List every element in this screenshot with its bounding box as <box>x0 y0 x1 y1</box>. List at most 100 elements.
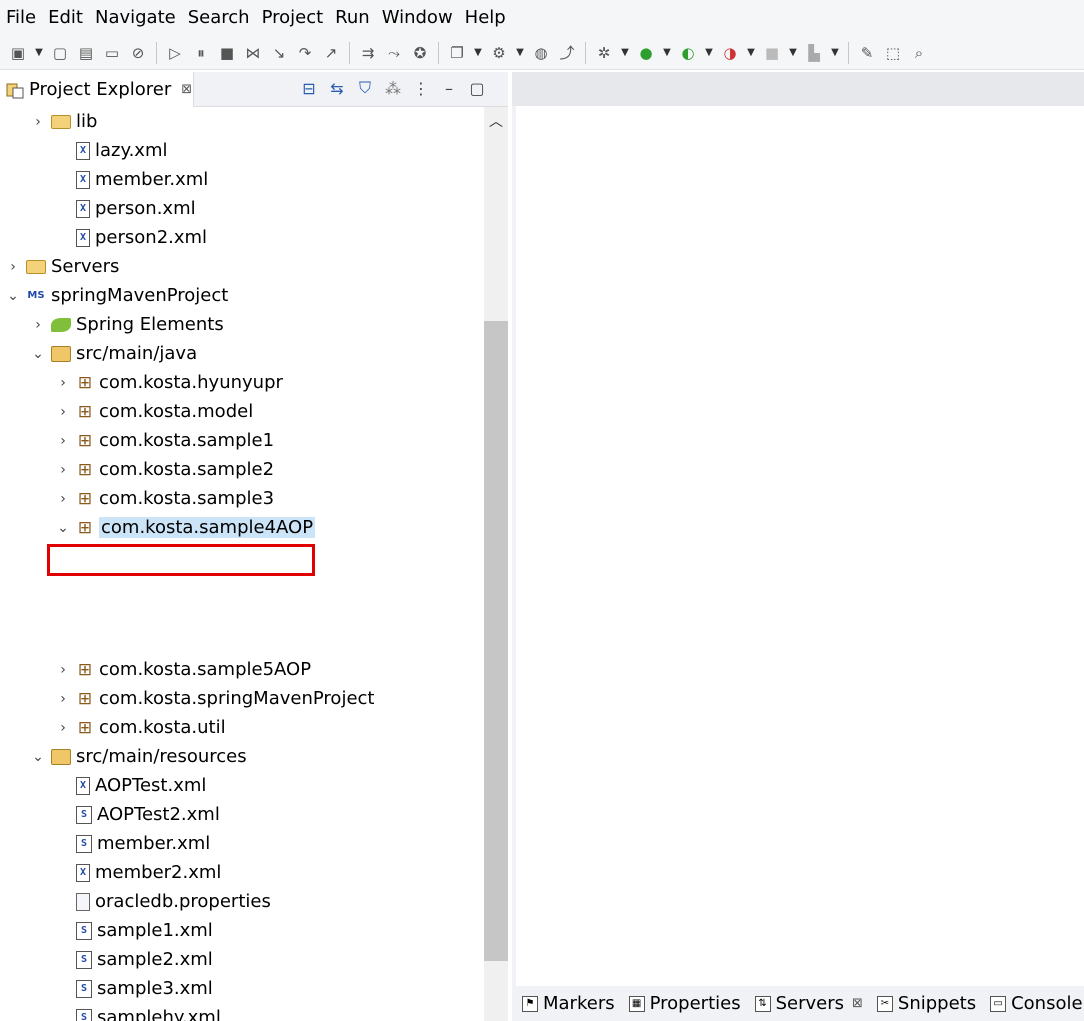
tree-item[interactable]: › ⊞ com.kosta.util <box>54 713 225 742</box>
tree-item[interactable]: Ssample3.xml <box>54 974 213 1003</box>
tab-project-explorer[interactable]: Project Explorer ⊠ <box>0 72 194 107</box>
save-icon[interactable]: ▢ <box>48 41 72 65</box>
tree-item[interactable]: X AOPTest.xml <box>54 771 206 800</box>
open-type-icon[interactable]: ⤴ <box>555 41 579 65</box>
tree-item[interactable]: Xperson2.xml <box>54 223 207 252</box>
tree-item[interactable]: Ssample2.xml <box>54 945 213 974</box>
suspend-icon[interactable]: ⏸ <box>189 41 213 65</box>
chevron-down-icon[interactable]: ▼ <box>828 41 842 65</box>
chevron-down-icon[interactable]: ⌄ <box>4 288 22 304</box>
tree-item[interactable]: Xmember.xml <box>54 165 208 194</box>
chevron-down-icon[interactable]: ▼ <box>786 41 800 65</box>
deploy-icon[interactable]: ▙ <box>802 41 826 65</box>
chevron-right-icon[interactable]: › <box>54 433 72 449</box>
vertical-scrollbar[interactable]: ︿ <box>484 107 508 1021</box>
chevron-right-icon[interactable]: › <box>54 691 72 707</box>
tree-item[interactable]: oracledb.properties <box>54 887 271 916</box>
filter-icon[interactable]: ⛉ <box>354 76 376 100</box>
tree-item[interactable]: ⌄ src/main/java <box>29 339 197 368</box>
step-return-icon[interactable]: ↗ <box>319 41 343 65</box>
minimize-icon[interactable]: – <box>438 76 460 100</box>
chevron-down-icon[interactable]: ▼ <box>660 41 674 65</box>
new-java-project-icon[interactable]: ❐ <box>445 41 469 65</box>
tree-item[interactable]: Xlazy.xml <box>54 136 167 165</box>
tree-item[interactable]: › Servers <box>4 252 119 281</box>
tree-item[interactable]: Xperson.xml <box>54 194 196 223</box>
menu-project[interactable]: Project <box>256 0 330 36</box>
tree-item[interactable]: › lib <box>29 107 97 136</box>
chevron-down-icon[interactable]: ▼ <box>471 41 485 65</box>
chevron-down-icon[interactable]: ⌄ <box>29 749 47 765</box>
step-over-icon[interactable]: ↷ <box>293 41 317 65</box>
chevron-right-icon[interactable]: › <box>29 114 47 130</box>
tree-item[interactable]: › ⊞ com.kosta.sample5AOP <box>54 655 311 684</box>
sash-divider[interactable] <box>512 72 516 1021</box>
step-into-icon[interactable]: ↘ <box>267 41 291 65</box>
tree-item[interactable]: S AOPTest2.xml <box>54 800 220 829</box>
stop-icon[interactable]: ■ <box>760 41 784 65</box>
external-tools-icon[interactable]: ◑ <box>718 41 742 65</box>
menu-run[interactable]: Run <box>329 0 376 36</box>
tree-item[interactable]: › ⊞ com.kosta.sample2 <box>54 455 274 484</box>
debug-icon[interactable]: ✲ <box>592 41 616 65</box>
tree-item[interactable]: › ⊞ com.kosta.sample1 <box>54 426 274 455</box>
chevron-right-icon[interactable]: › <box>54 404 72 420</box>
use-step-filters-icon[interactable]: ⇉ <box>356 41 380 65</box>
tree-item[interactable]: Ssample1.xml <box>54 916 213 945</box>
terminate-icon[interactable]: ■ <box>215 41 239 65</box>
chevron-right-icon[interactable]: › <box>54 662 72 678</box>
chevron-down-icon[interactable]: ▼ <box>702 41 716 65</box>
close-icon[interactable]: ⊠ <box>181 82 192 97</box>
tree-item[interactable]: Ssamplehy.xml <box>54 1003 221 1021</box>
tree-item[interactable]: › ⊞ com.kosta.hyunyupr <box>54 368 283 397</box>
save-all-icon[interactable]: ▤ <box>74 41 98 65</box>
view-menu-icon[interactable]: ⋮ <box>410 76 432 100</box>
chevron-down-icon[interactable]: ⌄ <box>54 520 72 536</box>
run-icon[interactable]: ● <box>634 41 658 65</box>
tab-properties[interactable]: ▦ Properties <box>628 993 741 1014</box>
tree-item[interactable]: › Spring Elements <box>29 310 224 339</box>
link-with-editor-icon[interactable]: ⇆ <box>326 76 348 100</box>
new-spring-starter-icon[interactable]: ⚙ <box>487 41 511 65</box>
chevron-right-icon[interactable]: › <box>4 259 22 275</box>
tree-item[interactable]: › ⊞ com.kosta.sample3 <box>54 484 274 513</box>
search-icon[interactable]: ⌕ <box>907 41 931 65</box>
terminal-icon[interactable]: ▭ <box>100 41 124 65</box>
working-set-icon[interactable]: ⁂ <box>382 76 404 100</box>
menu-edit[interactable]: Edit <box>42 0 89 36</box>
menu-window[interactable]: Window <box>376 0 459 36</box>
open-project-icon[interactable]: ⬚ <box>881 41 905 65</box>
chevron-right-icon[interactable]: › <box>54 491 72 507</box>
chevron-down-icon[interactable]: ▼ <box>32 41 46 65</box>
tree-item[interactable]: Smember.xml <box>54 829 210 858</box>
chevron-down-icon[interactable]: ⌄ <box>29 346 47 362</box>
tree-item[interactable]: ⌄ MS springMavenProject <box>4 281 228 310</box>
tab-servers[interactable]: ⇅ Servers ⊠ <box>754 993 863 1014</box>
maximize-icon[interactable]: ▢ <box>466 76 488 100</box>
chevron-right-icon[interactable]: › <box>54 462 72 478</box>
skip-breakpoints-icon[interactable]: ⊘ <box>126 41 150 65</box>
tree-item[interactable]: ⌄ src/main/resources <box>29 742 247 771</box>
tree-item[interactable]: ⌄ ⊞ com.kosta.sample4AOP <box>54 513 316 542</box>
coverage-icon[interactable]: ◐ <box>676 41 700 65</box>
chevron-right-icon[interactable]: › <box>54 375 72 391</box>
chevron-right-icon[interactable]: › <box>54 720 72 736</box>
resume-icon[interactable]: ▷ <box>163 41 187 65</box>
spring-boot-dashboard-icon[interactable]: ✪ <box>408 41 432 65</box>
menu-file[interactable]: File <box>0 0 42 36</box>
chevron-down-icon[interactable]: ▼ <box>618 41 632 65</box>
scroll-up-icon[interactable]: ︿ <box>484 111 508 131</box>
chevron-down-icon[interactable]: ▼ <box>513 41 527 65</box>
collapse-all-icon[interactable]: ⊟ <box>298 76 320 100</box>
tab-console[interactable]: ▭ Console <box>990 993 1083 1014</box>
new-icon[interactable]: ▣ <box>6 41 30 65</box>
tab-markers[interactable]: ⚑ Markers <box>522 993 615 1014</box>
tab-snippets[interactable]: ✂ Snippets <box>876 993 976 1014</box>
drop-to-frame-icon[interactable]: ⤳ <box>382 41 406 65</box>
chevron-down-icon[interactable]: ▼ <box>744 41 758 65</box>
menu-search[interactable]: Search <box>182 0 256 36</box>
tree-item[interactable]: › ⊞ com.kosta.model <box>54 397 253 426</box>
new-spring-bean-icon[interactable]: ✎ <box>855 41 879 65</box>
chevron-right-icon[interactable]: › <box>29 317 47 333</box>
close-icon[interactable]: ⊠ <box>852 996 863 1011</box>
